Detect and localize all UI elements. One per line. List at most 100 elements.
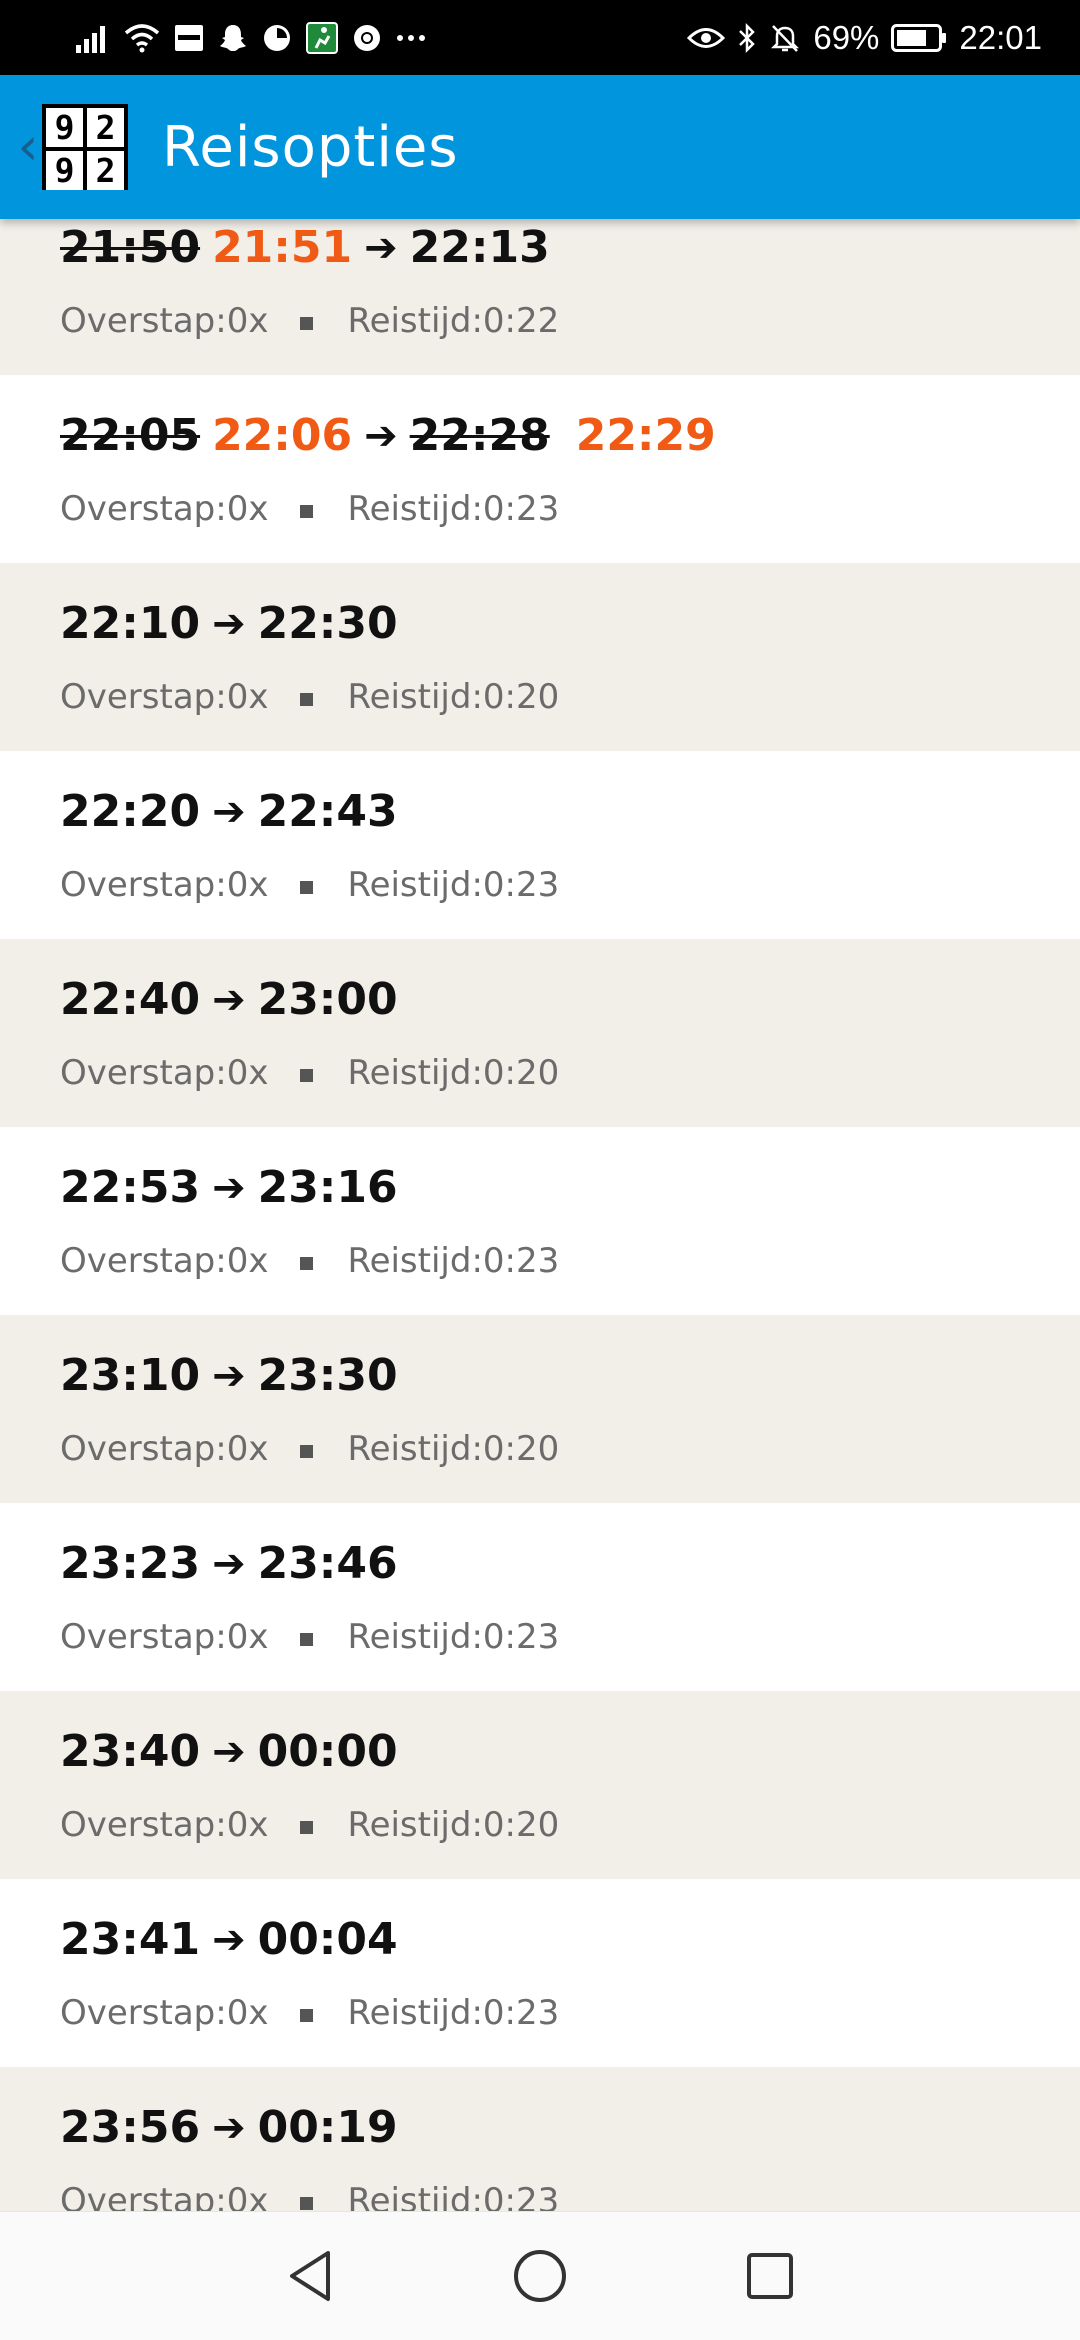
separator-bullet-icon bbox=[300, 880, 314, 894]
transfer-label: Overstap: bbox=[60, 1429, 227, 1469]
trip-times: 22:40 ➔ 23:00 bbox=[60, 974, 398, 1025]
duration-label: Reistijd: bbox=[347, 1993, 483, 2033]
trip-row[interactable]: 21:50 21:51 ➔ 22:13 Overstap: 0x Reistijd: 0:… bbox=[0, 219, 1080, 375]
trip-row[interactable]: 22:05 22:06 ➔ 22:28 22:29 Overstap: 0x Reistij… bbox=[0, 375, 1080, 563]
status-time: 22:01 bbox=[959, 18, 1042, 56]
trip-times: 22:10 ➔ 22:30 bbox=[60, 598, 398, 649]
trip-meta: Overstap: 0x Reistijd: 0:20 bbox=[60, 1053, 559, 1093]
trip-times: 22:20 ➔ 22:43 bbox=[60, 786, 398, 837]
arrival-time: 23:46 bbox=[257, 1538, 398, 1589]
duration-label: Reistijd: bbox=[347, 2181, 483, 2211]
transfer-count: 0x bbox=[226, 1241, 269, 1281]
transfer-count: 0x bbox=[226, 1053, 269, 1093]
trip-meta: Overstap: 0x Reistijd: 0:23 bbox=[60, 1617, 559, 1657]
status-bar-right: 69% 22:01 bbox=[687, 19, 1042, 57]
arrival-time: 22:13 bbox=[409, 222, 550, 273]
back-triangle-icon bbox=[290, 2251, 330, 2301]
battery-percent: 69% bbox=[813, 18, 880, 56]
travel-duration: 0:20 bbox=[482, 1805, 560, 1845]
travel-duration: 0:23 bbox=[482, 489, 560, 529]
trip-meta: Overstap: 0x Reistijd: 0:23 bbox=[60, 865, 559, 905]
duration-label: Reistijd: bbox=[347, 1805, 483, 1845]
departure-time: 23:10 bbox=[60, 1350, 201, 1401]
trip-meta: Overstap: 0x Reistijd: 0:23 bbox=[60, 1241, 559, 1281]
trip-meta: Overstap: 0x Reistijd: 0:20 bbox=[60, 1805, 559, 1845]
app-logo[interactable]: 9 2 9 2 bbox=[42, 104, 128, 190]
logo-digit: 9 bbox=[46, 151, 83, 190]
transfer-label: Overstap: bbox=[60, 301, 227, 341]
battery-icon bbox=[891, 23, 947, 52]
arrow-right-icon: ➔ bbox=[212, 1728, 246, 1775]
trip-times: 23:10 ➔ 23:30 bbox=[60, 1350, 398, 1401]
trip-row[interactable]: 23:41 ➔ 00:04 Overstap: 0x Reistijd: 0:23 bbox=[0, 1879, 1080, 2067]
duration-label: Reistijd: bbox=[347, 1241, 483, 1281]
travel-duration: 0:23 bbox=[482, 1241, 560, 1281]
separator-bullet-icon bbox=[300, 1256, 314, 1270]
travel-duration: 0:22 bbox=[482, 301, 560, 341]
transfer-label: Overstap: bbox=[60, 2181, 227, 2211]
departure-time: 22:40 bbox=[60, 974, 201, 1025]
trip-times: 23:40 ➔ 00:00 bbox=[60, 1726, 398, 1777]
transfer-count: 0x bbox=[226, 301, 269, 341]
page-title: Reisopties bbox=[162, 114, 459, 180]
planned-departure-time: 22:05 bbox=[60, 410, 201, 461]
trip-row[interactable]: 23:23 ➔ 23:46 Overstap: 0x Reistijd: 0:23 bbox=[0, 1503, 1080, 1691]
transfer-count: 0x bbox=[226, 865, 269, 905]
trip-row[interactable]: 22:53 ➔ 23:16 Overstap: 0x Reistijd: 0:23 bbox=[0, 1127, 1080, 1315]
trip-row[interactable]: 23:56 ➔ 00:19 Overstap: 0x Reistijd: 0:23 bbox=[0, 2067, 1080, 2211]
arrow-right-icon: ➔ bbox=[212, 1352, 246, 1399]
arrow-right-icon: ➔ bbox=[212, 1164, 246, 1211]
trip-meta: Overstap: 0x Reistijd: 0:23 bbox=[60, 2181, 559, 2211]
nav-recents-button[interactable] bbox=[655, 2212, 885, 2340]
transfer-count: 0x bbox=[226, 677, 269, 717]
transfer-count: 0x bbox=[226, 489, 269, 529]
separator-bullet-icon bbox=[300, 1820, 314, 1834]
nav-back-button[interactable] bbox=[195, 2212, 425, 2340]
arrow-right-icon: ➔ bbox=[364, 412, 398, 459]
clock-app-icon bbox=[262, 23, 292, 53]
separator-bullet-icon bbox=[300, 1068, 314, 1082]
home-circle-icon bbox=[514, 2250, 566, 2302]
trip-meta: Overstap: 0x Reistijd: 0:20 bbox=[60, 1429, 559, 1469]
trip-meta: Overstap: 0x Reistijd: 0:23 bbox=[60, 1993, 559, 2033]
transfer-count: 0x bbox=[226, 1993, 269, 2033]
transfer-count: 0x bbox=[226, 2181, 269, 2211]
travel-duration: 0:20 bbox=[482, 1053, 560, 1093]
trip-row[interactable]: 23:40 ➔ 00:00 Overstap: 0x Reistijd: 0:20 bbox=[0, 1691, 1080, 1879]
separator-bullet-icon bbox=[300, 316, 314, 330]
snapchat-icon bbox=[218, 23, 248, 53]
arrival-time: 22:43 bbox=[257, 786, 398, 837]
duration-label: Reistijd: bbox=[347, 489, 483, 529]
trip-times: 21:50 21:51 ➔ 22:13 bbox=[60, 222, 550, 273]
transfer-label: Overstap: bbox=[60, 1993, 227, 2033]
nav-home-button[interactable] bbox=[425, 2212, 655, 2340]
trip-times: 23:56 ➔ 00:19 bbox=[60, 2102, 398, 2153]
status-bar: 69% 22:01 bbox=[0, 0, 1080, 75]
more-icon bbox=[396, 33, 426, 43]
trip-row[interactable]: 22:20 ➔ 22:43 Overstap: 0x Reistijd: 0:23 bbox=[0, 751, 1080, 939]
trip-row[interactable]: 22:10 ➔ 22:30 Overstap: 0x Reistijd: 0:20 bbox=[0, 563, 1080, 751]
arrival-time: 23:30 bbox=[257, 1350, 398, 1401]
departure-time: 22:10 bbox=[60, 598, 201, 649]
travel-duration: 0:20 bbox=[482, 677, 560, 717]
trip-list-content: 21:50 21:51 ➔ 22:13 Overstap: 0x Reistijd: 0:… bbox=[0, 219, 1080, 2211]
departure-time: 23:56 bbox=[60, 2102, 201, 2153]
bluetooth-icon bbox=[737, 22, 757, 54]
separator-bullet-icon bbox=[300, 2196, 314, 2210]
departure-time: 23:23 bbox=[60, 1538, 201, 1589]
arrow-right-icon: ➔ bbox=[212, 1540, 246, 1587]
eye-icon bbox=[687, 25, 726, 51]
transfer-count: 0x bbox=[226, 1429, 269, 1469]
planned-arrival-time: 22:28 bbox=[409, 410, 550, 461]
logo-digit: 9 bbox=[46, 108, 83, 147]
logo-digit: 2 bbox=[87, 108, 124, 147]
trip-list[interactable]: 21:50 21:51 ➔ 22:13 Overstap: 0x Reistijd: 0:… bbox=[0, 219, 1080, 2211]
trip-row[interactable]: 22:40 ➔ 23:00 Overstap: 0x Reistijd: 0:20 bbox=[0, 939, 1080, 1127]
arrival-time: 22:30 bbox=[257, 598, 398, 649]
trip-times: 23:23 ➔ 23:46 bbox=[60, 1538, 398, 1589]
trip-row[interactable]: 23:10 ➔ 23:30 Overstap: 0x Reistijd: 0:20 bbox=[0, 1315, 1080, 1503]
separator-bullet-icon bbox=[300, 2008, 314, 2022]
chrome-icon bbox=[352, 23, 382, 53]
sonos-icon bbox=[174, 24, 204, 52]
app-bar: ‹ 9 2 9 2 Reisopties bbox=[0, 75, 1080, 219]
